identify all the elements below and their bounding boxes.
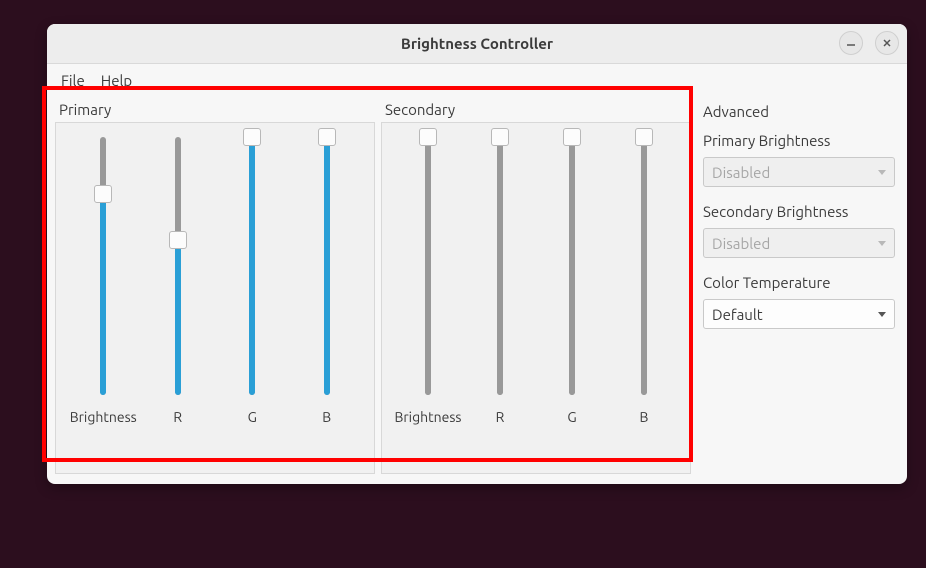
combo-value: Default <box>712 306 763 323</box>
secondary-title: Secondary <box>381 99 691 122</box>
secondary-sliders: Brightness R G B <box>392 131 680 411</box>
primary-g-slider[interactable]: G <box>215 131 290 411</box>
content-area: Primary Brightness R G <box>47 95 907 484</box>
combo-value: Disabled <box>712 235 770 252</box>
primary-brightness-label: Primary Brightness <box>703 130 895 157</box>
combo-value: Disabled <box>712 164 770 181</box>
primary-panel: Primary Brightness R G <box>55 99 375 474</box>
color-temp-combo[interactable]: Default <box>703 299 895 329</box>
window-title: Brightness Controller <box>401 35 553 52</box>
secondary-slider-box: Brightness R G B <box>381 122 691 474</box>
close-icon <box>881 37 893 49</box>
menu-file[interactable]: File <box>53 68 93 93</box>
slider-label: B <box>322 409 331 425</box>
sliders-group: Primary Brightness R G <box>55 99 693 474</box>
close-button[interactable] <box>875 31 899 55</box>
slider-label: G <box>248 409 257 425</box>
slider-label: G <box>567 409 576 425</box>
primary-r-slider[interactable]: R <box>141 131 216 411</box>
color-temp-label: Color Temperature <box>703 272 895 299</box>
slider-label: R <box>173 409 182 425</box>
advanced-panel: Advanced Primary Brightness Disabled Sec… <box>699 99 899 474</box>
menubar: File Help <box>47 64 907 95</box>
minimize-icon <box>845 37 857 49</box>
secondary-r-slider[interactable]: R <box>464 131 536 411</box>
secondary-brightness-label: Secondary Brightness <box>703 201 895 228</box>
secondary-brightness-combo[interactable]: Disabled <box>703 228 895 258</box>
menu-file-accel: F <box>61 72 69 89</box>
slider-label: R <box>496 409 505 425</box>
primary-sliders: Brightness R G B <box>66 131 364 411</box>
minimize-button[interactable] <box>839 31 863 55</box>
titlebar: Brightness Controller <box>47 24 907 64</box>
chevron-down-icon <box>878 170 886 175</box>
secondary-panel: Secondary Brightness R G <box>381 99 691 474</box>
chevron-down-icon <box>878 241 886 246</box>
advanced-title: Advanced <box>703 101 895 130</box>
primary-b-slider[interactable]: B <box>290 131 365 411</box>
menu-help-rest: elp <box>111 72 132 89</box>
window-controls <box>839 31 899 55</box>
secondary-b-slider[interactable]: B <box>608 131 680 411</box>
slider-label: Brightness <box>394 409 461 425</box>
primary-title: Primary <box>55 99 375 122</box>
primary-brightness-slider[interactable]: Brightness <box>66 131 141 411</box>
menu-help[interactable]: Help <box>93 68 140 93</box>
slider-track <box>100 137 106 395</box>
menu-file-rest: ile <box>69 72 85 89</box>
primary-slider-box: Brightness R G B <box>55 122 375 474</box>
secondary-g-slider[interactable]: G <box>536 131 608 411</box>
slider-label: B <box>640 409 649 425</box>
app-window: Brightness Controller File Help Primary <box>47 24 907 484</box>
secondary-brightness-slider[interactable]: Brightness <box>392 131 464 411</box>
menu-help-accel: H <box>101 72 111 89</box>
chevron-down-icon <box>878 312 886 317</box>
primary-brightness-combo[interactable]: Disabled <box>703 157 895 187</box>
slider-label: Brightness <box>70 409 137 425</box>
